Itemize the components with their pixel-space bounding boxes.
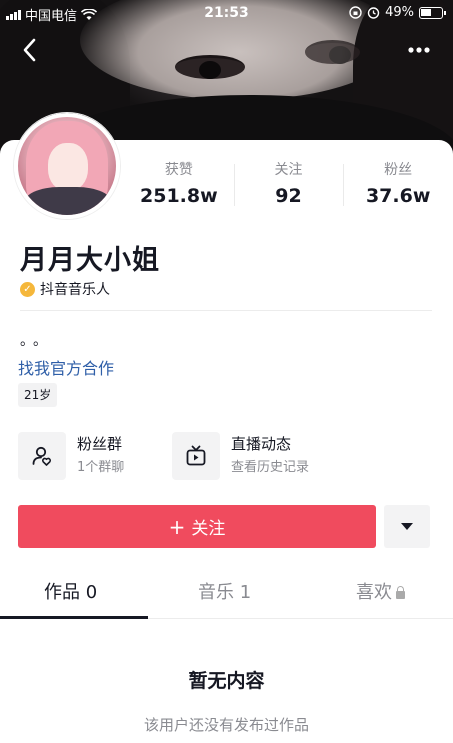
tab-music[interactable]: 音乐 1 <box>198 575 251 619</box>
avatar-face <box>48 143 88 191</box>
orientation-lock-icon <box>349 6 362 19</box>
battery-icon <box>419 6 446 19</box>
verified-label: 抖音音乐人 <box>40 282 110 298</box>
avatar-body <box>24 187 112 215</box>
more-actions-button[interactable] <box>384 505 430 548</box>
content-tabs: 作品 0 音乐 1 喜欢 <box>0 575 453 619</box>
lock-icon <box>396 586 405 599</box>
fan-group-entry[interactable]: 粉丝群 1个群聊 <box>18 430 124 482</box>
stat-label: 关注 <box>274 162 303 178</box>
status-bar: 中国电信 21:53 49% <box>0 0 453 26</box>
feature-title: 粉丝群 <box>77 435 123 453</box>
banner-photo-part <box>305 40 360 64</box>
stat-likes: 获赞 251.8w <box>124 160 234 220</box>
stat-value: 92 <box>275 185 302 207</box>
verified-badge-icon: ✓ <box>20 281 35 297</box>
more-dots-icon <box>408 47 430 53</box>
back-button[interactable] <box>22 38 46 66</box>
stat-value: 251.8w <box>140 185 218 207</box>
feature-row: 粉丝群 1个群聊 直播动态 查看历史记录 <box>18 430 438 482</box>
profile-stats: 获赞 251.8w 关注 92 粉丝 37.6w <box>124 160 453 220</box>
active-tab-indicator <box>0 616 148 619</box>
live-tv-icon <box>172 432 220 480</box>
cooperation-link[interactable]: 找我官方合作 <box>18 355 114 379</box>
tab-likes[interactable]: 喜欢 <box>356 575 405 619</box>
triangle-down-icon <box>401 523 413 530</box>
feature-subtitle: 1个群聊 <box>77 460 125 475</box>
more-button[interactable] <box>407 42 433 58</box>
empty-state-title: 暂无内容 <box>188 670 265 692</box>
feature-subtitle: 查看历史记录 <box>231 460 310 475</box>
stat-label: 粉丝 <box>384 162 413 178</box>
feature-title: 直播动态 <box>231 435 292 453</box>
verification-tag: ✓ 抖音音乐人 <box>20 279 110 299</box>
profile-bio: 。。 <box>20 333 53 349</box>
profile-name: 月月大小姐 <box>20 245 160 276</box>
stat-value: 37.6w <box>365 185 431 207</box>
tab-label: 喜欢 <box>356 582 392 603</box>
tab-works[interactable]: 作品 0 <box>44 575 97 619</box>
banner-photo-part <box>175 55 245 79</box>
stat-followers[interactable]: 粉丝 37.6w <box>343 160 453 220</box>
plus-icon: + <box>168 514 186 539</box>
battery-percent: 49% <box>385 5 414 20</box>
live-history-entry[interactable]: 直播动态 查看历史记录 <box>172 430 309 482</box>
stat-following[interactable]: 关注 92 <box>233 160 344 220</box>
alarm-icon <box>367 7 380 19</box>
avatar[interactable] <box>14 113 120 219</box>
stat-label: 获赞 <box>164 162 193 178</box>
follow-label: 关注 <box>191 519 226 539</box>
empty-state-subtitle: 该用户还没有发布过作品 <box>143 716 309 734</box>
age-tag: 21岁 <box>18 383 58 407</box>
status-right: 49% <box>349 5 446 20</box>
chevron-left-icon <box>23 38 36 62</box>
divider <box>20 310 432 311</box>
follow-button[interactable]: + 关注 <box>18 505 376 548</box>
fan-group-icon <box>18 432 66 480</box>
